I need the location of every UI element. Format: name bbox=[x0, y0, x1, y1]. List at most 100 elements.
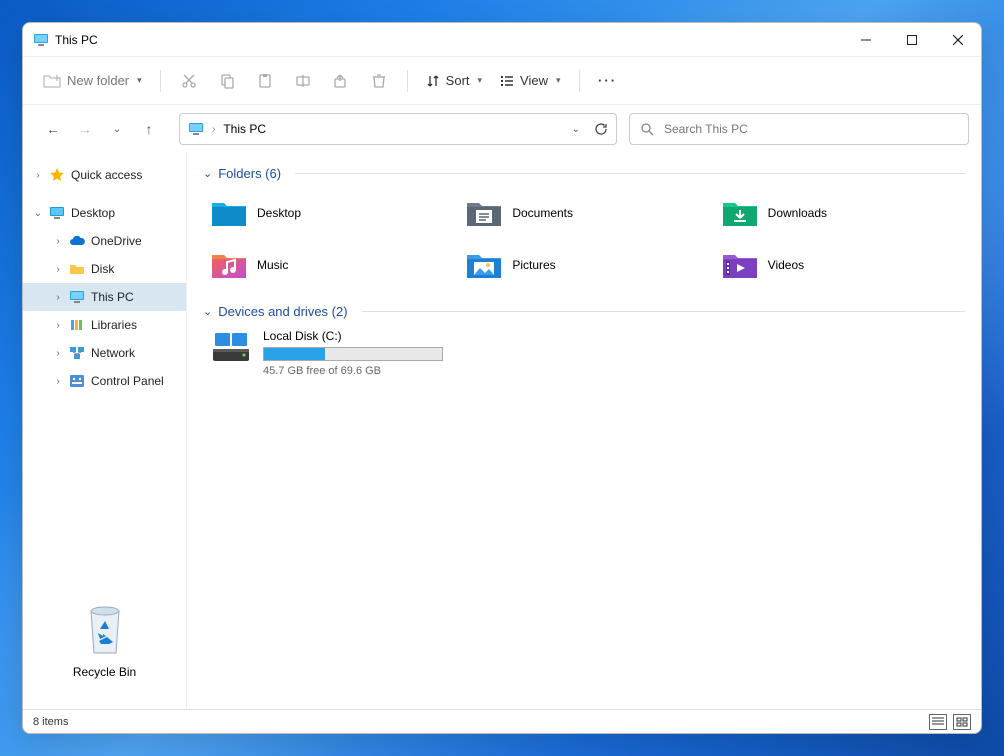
chevron-down-icon[interactable]: ⌄ bbox=[572, 124, 580, 135]
view-icon bbox=[500, 74, 514, 88]
content-pane: ⌄ Folders (6) Desktop Documents Download… bbox=[187, 153, 981, 709]
videos-folder-icon bbox=[722, 250, 758, 280]
new-folder-button[interactable]: New folder ▾ bbox=[35, 63, 150, 99]
sidebar: › Quick access ⌄ Desktop › OneDrive › Di… bbox=[23, 153, 187, 709]
folder-label: Music bbox=[257, 258, 288, 272]
separator bbox=[160, 70, 161, 92]
rename-button[interactable] bbox=[285, 63, 321, 99]
sidebar-item-control-panel[interactable]: › Control Panel bbox=[23, 367, 186, 395]
drive-usage-bar bbox=[263, 347, 443, 361]
folder-downloads[interactable]: Downloads bbox=[722, 193, 957, 233]
expand-icon[interactable]: › bbox=[53, 236, 63, 247]
recycle-bin-icon bbox=[81, 603, 129, 659]
chevron-down-icon: ⌄ bbox=[203, 305, 212, 318]
search-input[interactable]: Search This PC bbox=[629, 113, 969, 145]
chevron-down-icon: ▾ bbox=[556, 75, 561, 86]
sidebar-item-disk[interactable]: › Disk bbox=[23, 255, 186, 283]
sort-button[interactable]: Sort ▾ bbox=[418, 63, 490, 99]
sidebar-label: Quick access bbox=[71, 168, 142, 182]
expand-icon[interactable]: › bbox=[53, 376, 63, 387]
item-count: 8 items bbox=[33, 716, 68, 728]
toolbar: New folder ▾ Sort ▾ View ▾ bbox=[23, 57, 981, 105]
expand-icon[interactable]: › bbox=[53, 348, 63, 359]
libraries-icon bbox=[69, 317, 85, 333]
sidebar-item-network[interactable]: › Network bbox=[23, 339, 186, 367]
search-placeholder: Search This PC bbox=[664, 122, 748, 136]
folders-section-header[interactable]: ⌄ Folders (6) bbox=[203, 161, 965, 185]
search-icon bbox=[640, 122, 654, 136]
sidebar-label: Libraries bbox=[91, 318, 137, 332]
sidebar-label: Disk bbox=[91, 262, 114, 276]
address-row: ← → ⌄ ↑ › This PC ⌄ Search This PC bbox=[23, 105, 981, 153]
chevron-down-icon: ▾ bbox=[478, 75, 483, 86]
folder-music[interactable]: Music bbox=[211, 245, 446, 285]
expand-icon[interactable]: › bbox=[33, 170, 43, 181]
share-icon bbox=[333, 73, 349, 89]
sidebar-item-quick-access[interactable]: › Quick access bbox=[23, 161, 186, 189]
expand-icon[interactable]: › bbox=[53, 292, 63, 303]
network-icon bbox=[69, 345, 85, 361]
address-bar[interactable]: › This PC ⌄ bbox=[179, 113, 617, 145]
folder-documents[interactable]: Documents bbox=[466, 193, 701, 233]
downloads-folder-icon bbox=[722, 198, 758, 228]
drives-section-header[interactable]: ⌄ Devices and drives (2) bbox=[203, 299, 965, 323]
separator bbox=[407, 70, 408, 92]
folder-label: Pictures bbox=[512, 258, 555, 272]
sidebar-item-desktop[interactable]: ⌄ Desktop bbox=[23, 199, 186, 227]
new-folder-label: New folder bbox=[67, 73, 129, 88]
sidebar-label: Desktop bbox=[71, 206, 115, 220]
folder-icon bbox=[69, 261, 85, 277]
icons-view-button[interactable] bbox=[953, 714, 971, 730]
separator bbox=[579, 70, 580, 92]
up-button[interactable]: ↑ bbox=[137, 117, 161, 141]
window-title: This PC bbox=[55, 33, 98, 47]
copy-button[interactable] bbox=[209, 63, 245, 99]
expand-icon[interactable]: › bbox=[53, 264, 63, 275]
new-folder-icon bbox=[43, 73, 61, 89]
folder-label: Downloads bbox=[768, 206, 827, 220]
chevron-down-icon: ⌄ bbox=[203, 167, 212, 180]
section-label: Folders (6) bbox=[218, 166, 281, 181]
sidebar-item-onedrive[interactable]: › OneDrive bbox=[23, 227, 186, 255]
folder-label: Documents bbox=[512, 206, 573, 220]
expand-icon[interactable]: › bbox=[53, 320, 63, 331]
chevron-down-icon: ▾ bbox=[137, 75, 142, 86]
forward-button[interactable]: → bbox=[73, 117, 97, 141]
drive-name: Local Disk (C:) bbox=[263, 329, 443, 343]
collapse-icon[interactable]: ⌄ bbox=[33, 208, 43, 219]
more-button[interactable]: ··· bbox=[590, 63, 626, 99]
paste-button[interactable] bbox=[247, 63, 283, 99]
cloud-icon bbox=[69, 233, 85, 249]
pictures-folder-icon bbox=[466, 250, 502, 280]
section-label: Devices and drives (2) bbox=[218, 304, 347, 319]
maximize-button[interactable] bbox=[889, 23, 935, 57]
close-button[interactable] bbox=[935, 23, 981, 57]
drive-icon bbox=[211, 329, 251, 365]
share-button[interactable] bbox=[323, 63, 359, 99]
drive-local-c[interactable]: Local Disk (C:) 45.7 GB free of 69.6 GB bbox=[203, 323, 965, 383]
delete-button[interactable] bbox=[361, 63, 397, 99]
refresh-button[interactable] bbox=[594, 122, 608, 136]
status-bar: 8 items bbox=[23, 709, 981, 733]
view-button[interactable]: View ▾ bbox=[492, 63, 568, 99]
sidebar-item-this-pc[interactable]: › This PC bbox=[23, 283, 186, 311]
desktop-folder-icon bbox=[211, 198, 247, 228]
folder-videos[interactable]: Videos bbox=[722, 245, 957, 285]
cut-button[interactable] bbox=[171, 63, 207, 99]
sidebar-label: Network bbox=[91, 346, 135, 360]
sidebar-item-libraries[interactable]: › Libraries bbox=[23, 311, 186, 339]
folder-pictures[interactable]: Pictures bbox=[466, 245, 701, 285]
address-path: This PC bbox=[223, 122, 266, 136]
music-folder-icon bbox=[211, 250, 247, 280]
recent-button[interactable]: ⌄ bbox=[105, 117, 129, 141]
folder-desktop[interactable]: Desktop bbox=[211, 193, 446, 233]
sort-icon bbox=[426, 74, 440, 88]
copy-icon bbox=[219, 73, 235, 89]
back-button[interactable]: ← bbox=[41, 117, 65, 141]
minimize-button[interactable] bbox=[843, 23, 889, 57]
this-pc-icon bbox=[69, 289, 85, 305]
sort-label: Sort bbox=[446, 73, 470, 88]
recycle-bin[interactable]: Recycle Bin bbox=[23, 603, 186, 679]
details-view-button[interactable] bbox=[929, 714, 947, 730]
star-icon bbox=[49, 167, 65, 183]
